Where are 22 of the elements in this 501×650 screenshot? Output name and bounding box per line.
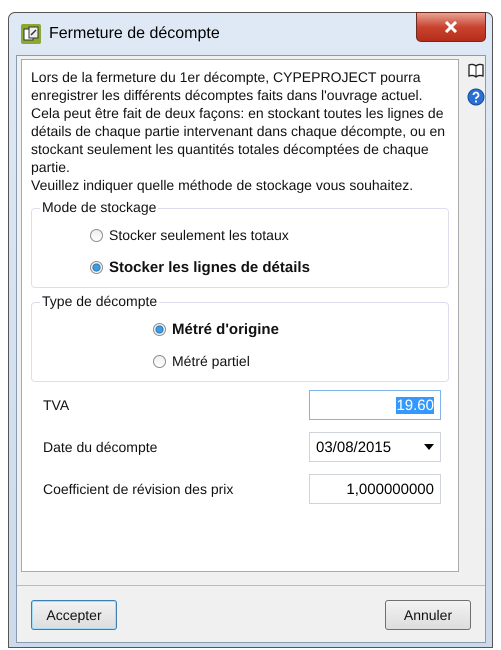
description-text: Veuillez indiquer quelle méthode de stockage vous souhaitez. bbox=[31, 176, 414, 194]
group-title: Mode de stockage bbox=[40, 199, 158, 215]
radio-option[interactable]: Métré partiel bbox=[153, 345, 448, 377]
description-text: Lors de la fermeture du 1er décompte, CYPEPROJECT pourra enregistrer les différents décomptes faits dans l'ouvrage actuel. Cela peut être fait de deux façons: en stockant toutes les lignes de détails de chaque partie intervenant dans chaque décompte, ou en stockant seulement les quantités totales décomptées de chaque partie. bbox=[31, 68, 446, 176]
dialog-button[interactable]: Accepter bbox=[31, 600, 117, 630]
book-icon[interactable] bbox=[468, 62, 484, 78]
close-button[interactable] bbox=[416, 12, 486, 42]
help-icon[interactable] bbox=[467, 88, 485, 106]
field-label: Date du décompte bbox=[43, 439, 158, 455]
dialog-button[interactable]: Annuler bbox=[385, 600, 471, 630]
radio-option[interactable]: Stocker seulement les totaux bbox=[90, 219, 448, 251]
close-icon bbox=[444, 21, 458, 33]
app-icon bbox=[21, 24, 41, 44]
dropdown-arrow-icon bbox=[424, 444, 434, 450]
radio-option[interactable]: Stocker les lignes de détails bbox=[90, 251, 448, 283]
input-field[interactable]: 1,000000000 bbox=[309, 474, 441, 504]
group-title: Type de décompte bbox=[40, 293, 160, 309]
field-label: TVA bbox=[43, 397, 70, 413]
date-picker[interactable]: 03/08/2015 bbox=[309, 432, 441, 462]
radio-option[interactable]: Métré d'origine bbox=[153, 313, 448, 345]
field-label: Coefficient de révision des prix bbox=[43, 481, 234, 497]
window-title: Fermeture de décompte bbox=[49, 25, 221, 43]
